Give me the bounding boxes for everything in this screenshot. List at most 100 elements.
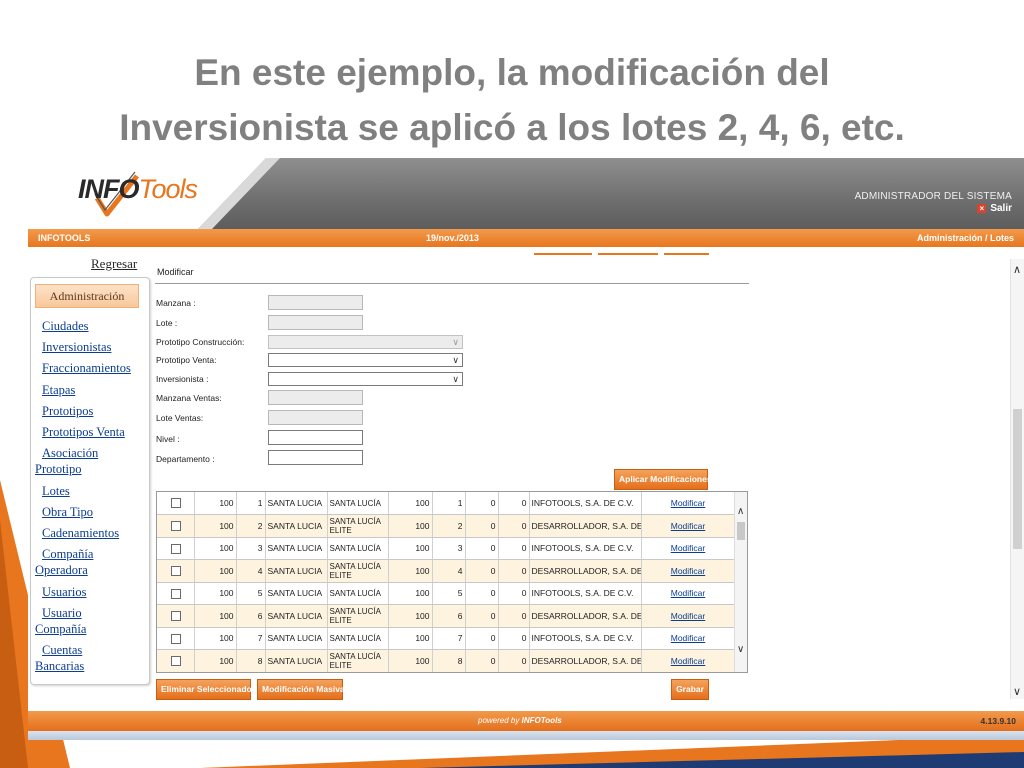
scroll-thumb[interactable] bbox=[737, 522, 745, 540]
delete-selected-button[interactable]: Eliminar Seleccionados bbox=[156, 679, 256, 700]
chevron-down-icon[interactable]: ∨ bbox=[1013, 685, 1021, 698]
sidebar-item-usuario-compania[interactable]: Usuario Compañía bbox=[35, 605, 147, 637]
sidebar-item-prototipos-venta[interactable]: Prototipos Venta bbox=[35, 424, 147, 440]
row-checkbox-input[interactable] bbox=[171, 521, 181, 532]
manzana-ventas-input bbox=[268, 390, 363, 405]
modify-link[interactable]: Modificar bbox=[641, 649, 736, 672]
save-button[interactable]: Grabar bbox=[671, 679, 709, 700]
modify-link[interactable]: Modificar bbox=[641, 604, 736, 628]
app-header: INFOTools ADMINISTRADOR DEL SISTEMA × Sa… bbox=[28, 158, 1024, 229]
app-footer: powered by INFOTools 4.13.9.10 bbox=[28, 711, 1024, 731]
lote-ventas-label: Lote Ventas: bbox=[156, 413, 204, 423]
prototipo-venta-select[interactable]: ∨ bbox=[268, 353, 463, 367]
row-checkbox bbox=[157, 627, 195, 650]
table-row: 100 7 SANTA LUCIA SANTA LUCÍA 100 7 0 0 INFOTOOL… bbox=[157, 627, 736, 650]
sidebar-item-cadenamientos[interactable]: Cadenamientos bbox=[35, 525, 147, 541]
modify-link[interactable]: Modificar bbox=[641, 537, 736, 560]
sidebar-item-etapas[interactable]: Etapas bbox=[35, 382, 147, 398]
nivel-input[interactable] bbox=[268, 430, 363, 445]
cell-lote: 3 bbox=[236, 537, 266, 560]
cell-manzana: 100 bbox=[194, 492, 237, 515]
manzana-ventas-label: Manzana Ventas: bbox=[156, 393, 222, 403]
back-link[interactable]: Regresar bbox=[91, 256, 137, 272]
cell-departamento: 0 bbox=[498, 537, 530, 560]
chevron-up-icon[interactable]: ∧ bbox=[737, 506, 744, 517]
os-taskbar bbox=[28, 731, 1024, 740]
cell-prototipo-construccion: SANTA LUCIA bbox=[265, 537, 328, 560]
apply-changes-button[interactable]: Aplicar Modificaciones bbox=[614, 469, 712, 490]
cell-nivel: 0 bbox=[465, 492, 499, 515]
modify-link[interactable]: Modificar bbox=[641, 492, 736, 515]
sidebar-item-usuarios[interactable]: Usuarios bbox=[35, 584, 147, 600]
sidebar-item-inversionistas[interactable]: Inversionistas bbox=[35, 339, 147, 355]
main-content: Regresar Administración Ciudades Inversi… bbox=[28, 247, 1024, 711]
chevron-down-icon[interactable]: ∨ bbox=[737, 644, 744, 655]
sidebar-item-prototipos[interactable]: Prototipos bbox=[35, 403, 147, 419]
row-checkbox-input[interactable] bbox=[171, 498, 181, 509]
prototipo-construccion-label: Prototipo Construcción: bbox=[156, 337, 245, 347]
sidebar-item-ciudades[interactable]: Ciudades bbox=[35, 318, 147, 334]
page-scrollbar[interactable]: ∧ ∨ bbox=[1010, 259, 1024, 699]
table-scrollbar[interactable]: ∧ ∨ bbox=[734, 492, 747, 672]
cell-nivel: 0 bbox=[465, 627, 499, 650]
cell-manzana: 100 bbox=[194, 627, 237, 650]
close-icon: × bbox=[977, 204, 987, 213]
cell-manzana-ventas: 100 bbox=[388, 604, 433, 628]
cell-prototipo-venta: SANTA LUCÍA bbox=[327, 537, 389, 560]
sidebar-item-obra-tipo[interactable]: Obra Tipo bbox=[35, 504, 147, 520]
cell-prototipo-venta: SANTA LUCÍA ELITE bbox=[327, 514, 389, 538]
cell-lote: 1 bbox=[236, 492, 266, 515]
cell-manzana: 100 bbox=[194, 604, 237, 628]
admin-label: ADMINISTRADOR DEL SISTEMA bbox=[854, 191, 1012, 202]
sidebar-item-asociacion-prototipo[interactable]: Asociación Prototipo bbox=[35, 445, 147, 477]
sidebar-item-lotes[interactable]: Lotes bbox=[35, 483, 147, 499]
row-checkbox-input[interactable] bbox=[171, 611, 181, 622]
table-row: 100 8 SANTA LUCIA SANTA LUCÍA ELITE 100 8 0 0 DE… bbox=[157, 649, 736, 672]
cell-departamento: 0 bbox=[498, 559, 530, 583]
departamento-input[interactable] bbox=[268, 450, 363, 465]
row-checkbox-input[interactable] bbox=[171, 543, 181, 554]
cell-manzana-ventas: 100 bbox=[388, 514, 433, 538]
scroll-thumb[interactable] bbox=[1013, 409, 1022, 549]
modify-link[interactable]: Modificar bbox=[641, 559, 736, 583]
table-row: 100 3 SANTA LUCIA SANTA LUCÍA 100 3 0 0 INFOTOOL… bbox=[157, 537, 736, 560]
app-status-bar: INFOTOOLS 19/nov./2013 Administración / … bbox=[28, 229, 1024, 247]
row-checkbox-input[interactable] bbox=[171, 588, 181, 599]
row-checkbox-input[interactable] bbox=[171, 633, 181, 644]
logout-label: Salir bbox=[990, 203, 1012, 214]
cell-manzana-ventas: 100 bbox=[388, 582, 433, 605]
logo-tools: Tools bbox=[138, 174, 199, 204]
row-checkbox bbox=[157, 604, 195, 628]
logout-button[interactable]: × Salir bbox=[977, 203, 1012, 214]
sidebar-item-fraccionamientos[interactable]: Fraccionamientos bbox=[35, 360, 147, 376]
cell-prototipo-construccion: SANTA LUCIA bbox=[265, 559, 328, 583]
sidebar: Administración Ciudades Inversionistas F… bbox=[30, 277, 150, 685]
cell-lote: 4 bbox=[236, 559, 266, 583]
bar-date: 19/nov./2013 bbox=[426, 233, 479, 243]
row-checkbox bbox=[157, 537, 195, 560]
sidebar-item-cuentas-bancarias[interactable]: Cuentas Bancarias bbox=[35, 642, 147, 674]
modify-link[interactable]: Modificar bbox=[641, 627, 736, 650]
lotes-table: 100 1 SANTA LUCIA SANTA LUCÍA 100 1 0 0 INFOTOOL… bbox=[156, 491, 748, 673]
chevron-up-icon[interactable]: ∧ bbox=[1013, 263, 1021, 276]
row-checkbox-input[interactable] bbox=[171, 656, 181, 667]
row-checkbox-input[interactable] bbox=[171, 566, 181, 577]
cell-nivel: 0 bbox=[465, 537, 499, 560]
manzana-input bbox=[268, 295, 363, 310]
bar-breadcrumb: Administración / Lotes bbox=[916, 233, 1014, 243]
mass-edit-button[interactable]: Modificación Masiva bbox=[257, 679, 345, 700]
cell-nivel: 0 bbox=[465, 559, 499, 583]
version-label: 4.13.9.10 bbox=[980, 716, 1016, 726]
cell-manzana-ventas: 100 bbox=[388, 649, 433, 672]
sidebar-item-compania-operadora[interactable]: Compañía Operadora bbox=[35, 546, 147, 578]
row-checkbox bbox=[157, 514, 195, 538]
sidebar-header: Administración bbox=[35, 284, 139, 308]
inversionista-select[interactable]: ∨ bbox=[268, 372, 463, 386]
cell-lote: 6 bbox=[236, 604, 266, 628]
powered-by: powered by INFOTools bbox=[478, 716, 562, 725]
modify-link[interactable]: Modificar bbox=[641, 582, 736, 605]
chevron-down-icon: ∨ bbox=[452, 337, 459, 347]
modify-link[interactable]: Modificar bbox=[641, 514, 736, 538]
slide-title: En este ejemplo, la modificación del Inv… bbox=[0, 45, 1024, 155]
lote-input bbox=[268, 315, 363, 330]
